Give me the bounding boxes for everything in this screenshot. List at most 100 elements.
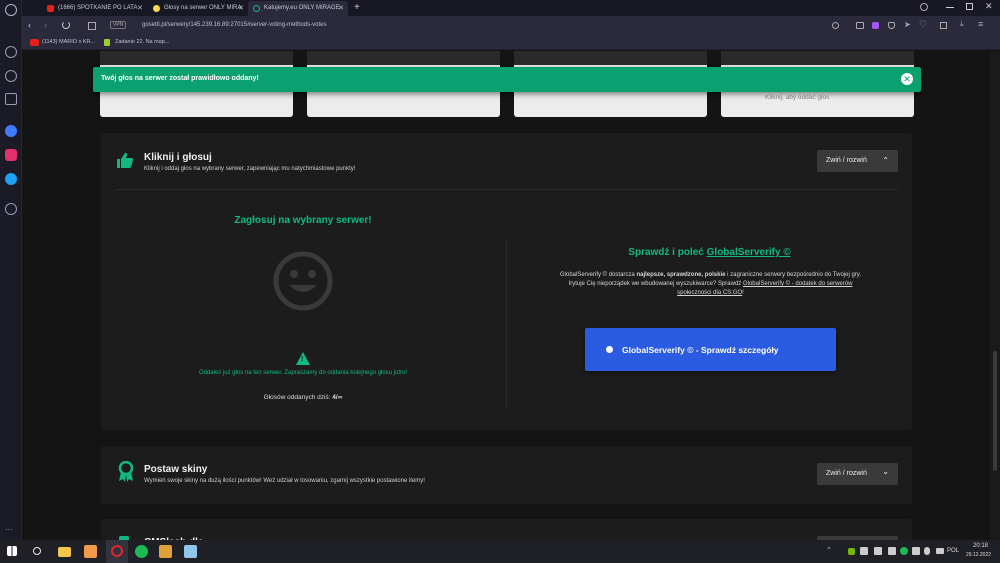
- windows-start-icon[interactable]: [7, 546, 17, 556]
- opera-logo-icon: [111, 545, 123, 557]
- shield-icon[interactable]: [888, 22, 895, 29]
- cube-icon[interactable]: [940, 22, 947, 29]
- page-search-icon[interactable]: [832, 22, 839, 29]
- card-caption: Kliknij, aby oddać głos: [765, 94, 830, 101]
- award-ribbon-icon: [118, 461, 134, 482]
- desc-bold: najlepsze, sprawdzone, polskie: [636, 272, 726, 278]
- opera-logo-icon[interactable]: [5, 4, 17, 16]
- info-icon: [606, 346, 613, 353]
- back-icon[interactable]: ‹: [28, 20, 31, 30]
- new-tab-button[interactable]: +: [354, 2, 360, 13]
- card-header: [100, 51, 293, 65]
- clock-date[interactable]: 29.12.2022: [966, 552, 991, 558]
- tab-katujemy[interactable]: Katujemy.eu ONLY MIRAGE ✕: [248, 1, 348, 16]
- panel-title: Kliknij i głosuj: [144, 152, 212, 163]
- browser-sidebar: ···: [0, 0, 22, 540]
- tab-youtube[interactable]: (1666) SPOTKANIE PO LATA ✕: [42, 1, 147, 16]
- forward-icon[interactable]: ›: [44, 20, 47, 30]
- tray-arrow-icon[interactable]: ⌃: [826, 546, 836, 556]
- toggle-label: Zwiń / rozwiń: [826, 470, 867, 477]
- close-tab-icon[interactable]: ✕: [137, 4, 143, 12]
- desc-link[interactable]: społeczności dla CS:GO: [677, 290, 742, 296]
- instagram-icon[interactable]: [5, 149, 17, 161]
- mic-icon[interactable]: [924, 547, 930, 555]
- toast-close-button[interactable]: ✕: [901, 73, 913, 85]
- download-icon[interactable]: ⤓: [960, 19, 964, 29]
- shopping-bag-icon[interactable]: [5, 93, 17, 105]
- tab-glosy[interactable]: Głosy na serwer ONLY MIRA ✕: [148, 1, 248, 16]
- heading-prefix: Sprawdź i poleć: [628, 247, 704, 258]
- windows-taskbar: ⌃ POL 20:18 29.12.2022: [0, 540, 1000, 563]
- search-icon[interactable]: [33, 547, 41, 555]
- votes-today: Głosów oddanych dziś: 4/∞: [101, 394, 505, 401]
- messenger-app-icon[interactable]: [5, 125, 17, 137]
- panel-subtitle: Kliknij i oddaj głos na wybrany serwer, …: [144, 166, 356, 172]
- bookmark-item[interactable]: (1143) MARIO x KR...: [42, 39, 95, 45]
- serverify-description: GlobalServerify © dostarcza najlepsze, s…: [513, 271, 908, 298]
- already-voted-notice: Oddałeś już głos na ten serwer. Zaprasza…: [198, 370, 408, 376]
- network-icon[interactable]: [874, 547, 882, 555]
- site-favicon-icon: [153, 5, 160, 12]
- file-explorer-icon[interactable]: [58, 547, 71, 557]
- history-icon[interactable]: [5, 203, 17, 215]
- bookmark-item[interactable]: Zadanie 22. Na map...: [115, 39, 169, 45]
- vote-panel: Kliknij i głosuj Kliknij i oddaj głos na…: [101, 133, 912, 430]
- toast-message: Twój głos na serwer został prawidłowo od…: [101, 75, 259, 82]
- clock-time[interactable]: 20:18: [973, 543, 988, 549]
- language-indicator[interactable]: POL: [947, 548, 959, 554]
- warning-icon-mark: !: [301, 356, 304, 363]
- nvidia-icon[interactable]: [848, 548, 855, 555]
- spotify-tray-icon[interactable]: [900, 547, 908, 555]
- csgo-icon[interactable]: [159, 545, 172, 558]
- vpn-badge[interactable]: VPN: [110, 21, 127, 29]
- thumbs-up-icon: [117, 152, 134, 168]
- desc-text: GlobalServerify © dostarcza: [559, 272, 635, 278]
- more-icon[interactable]: ···: [5, 525, 17, 537]
- address-bar: ‹ › VPN gosetti.pl/serwery/145.239.16.89…: [22, 16, 1000, 36]
- twitter-icon[interactable]: [5, 173, 17, 185]
- serverify-details-button[interactable]: GlobalServerify © - Sprawdź szczegóły: [585, 328, 836, 371]
- speaker-icon[interactable]: [860, 547, 868, 555]
- speed-dial-grid-icon[interactable]: [88, 22, 96, 30]
- collapse-toggle-button[interactable]: Zwiń / rozwiń ⌄: [817, 463, 898, 485]
- minimize-icon[interactable]: [946, 7, 954, 8]
- collapse-toggle-button[interactable]: Zwiń / rozwiń ⌃: [817, 150, 898, 172]
- spotify-icon[interactable]: [135, 545, 148, 558]
- restore-icon[interactable]: [966, 3, 973, 10]
- bookmark-favicon-icon: [104, 39, 110, 46]
- votes-value: 4/∞: [332, 394, 343, 401]
- search-tabs-icon[interactable]: [920, 3, 928, 11]
- volume-icon[interactable]: [912, 547, 920, 555]
- send-icon[interactable]: ➤: [904, 20, 911, 29]
- page-scrollbar[interactable]: [990, 51, 1000, 540]
- app-a-icon[interactable]: [84, 545, 97, 558]
- speed-dial-icon[interactable]: [5, 70, 17, 82]
- messenger-icon[interactable]: [5, 46, 17, 58]
- close-tab-icon[interactable]: ✕: [238, 4, 244, 12]
- notes-app-icon[interactable]: [184, 545, 197, 558]
- tab-label: Katujemy.eu ONLY MIRAGE: [264, 5, 340, 11]
- monitor-icon[interactable]: [888, 547, 896, 555]
- skins-panel: Postaw skiny Wymień swoje skiny na dużą …: [101, 446, 912, 504]
- battery-icon[interactable]: [936, 548, 944, 554]
- chevron-down-icon: ⌄: [882, 467, 889, 476]
- close-tab-icon[interactable]: ✕: [338, 4, 344, 12]
- reload-icon[interactable]: [62, 21, 70, 29]
- tab-bar: (1666) SPOTKANIE PO LATA ✕ Głosy na serw…: [22, 0, 1000, 16]
- card-header: [514, 51, 707, 65]
- close-window-icon[interactable]: ✕: [985, 1, 993, 12]
- scrollbar-thumb[interactable]: [993, 351, 997, 471]
- card-header: [307, 51, 500, 65]
- url-field[interactable]: gosetti.pl/serwery/145.239.16.89:27015#s…: [142, 22, 326, 28]
- serverify-heading: Sprawdź i poleć GlobalServerify ©: [507, 247, 912, 258]
- desc-link[interactable]: GlobalServerify © - dodatek do serwerów: [743, 281, 852, 287]
- column-divider: [506, 239, 507, 407]
- menu-icon[interactable]: ≡: [978, 19, 983, 29]
- extension-icon[interactable]: [872, 22, 879, 29]
- panel-subtitle: Wymień swoje skiny na dużą ilości punktó…: [144, 478, 425, 484]
- camera-icon[interactable]: [856, 22, 864, 29]
- panel-title: Postaw skiny: [144, 464, 208, 475]
- heart-icon[interactable]: ♡: [919, 19, 927, 30]
- serverify-link[interactable]: GlobalServerify ©: [707, 247, 791, 258]
- desc-text: i zagraniczne serwery bezpośrednio do Tw…: [727, 272, 862, 278]
